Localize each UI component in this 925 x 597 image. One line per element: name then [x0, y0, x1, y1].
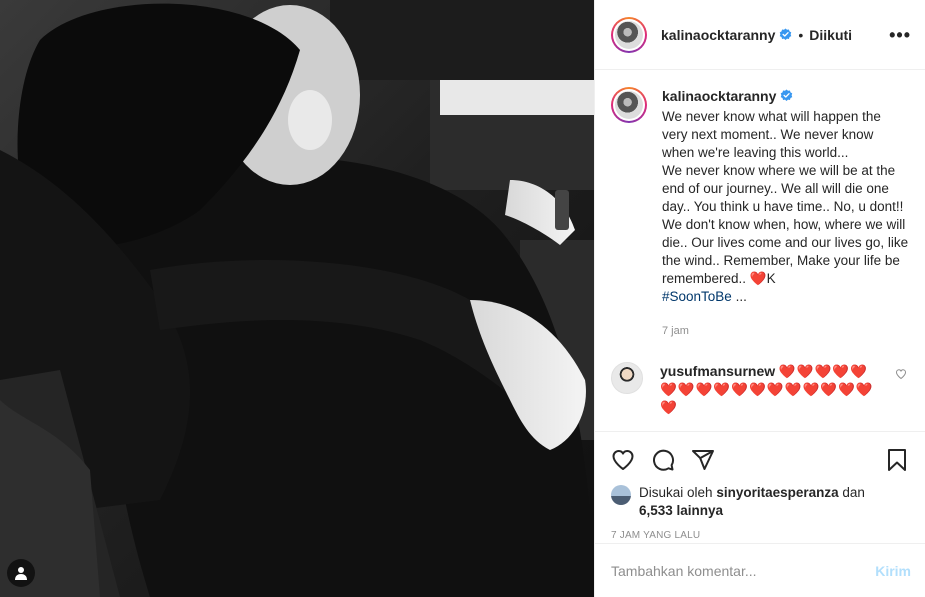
- post-age[interactable]: 7 jam yang lalu: [611, 530, 909, 541]
- post-actions: Disukai oleh sinyoritaesperanza dan 6,53…: [595, 431, 925, 543]
- comments-section[interactable]: kalinaocktaranny We never know what will…: [595, 71, 925, 431]
- add-comment-bar: Kirim: [595, 543, 925, 597]
- header-separator: •: [798, 26, 804, 43]
- caption-username-line: kalinaocktaranny: [662, 88, 793, 104]
- hashtag-link[interactable]: #SoonToBe: [662, 289, 732, 304]
- likes-summary: Disukai oleh sinyoritaesperanza dan 6,53…: [611, 484, 909, 520]
- liker-username[interactable]: sinyoritaesperanza: [716, 485, 838, 500]
- share-send-icon[interactable]: [691, 448, 715, 472]
- likes-count-link[interactable]: 6,533 lainnya: [639, 503, 723, 518]
- caption-avatar[interactable]: [611, 87, 647, 123]
- verified-badge-icon: [780, 28, 792, 40]
- comment-like-heart-icon[interactable]: [895, 368, 907, 380]
- follow-status-button[interactable]: Diikuti: [809, 27, 852, 43]
- red-heart-emoji: ❤️: [749, 271, 767, 286]
- post-header: kalinaocktaranny • Diikuti •••: [595, 0, 925, 70]
- comment-item: yusufmansurnew ❤️❤️❤️❤️❤️❤️❤️❤️❤️❤️❤️❤️❤…: [611, 362, 909, 417]
- user-tag-button[interactable]: [7, 559, 35, 587]
- post-comment-button[interactable]: Kirim: [875, 563, 911, 579]
- post-side-panel: kalinaocktaranny • Diikuti ••• kalinaock…: [594, 0, 925, 597]
- like-heart-icon[interactable]: [611, 448, 635, 472]
- comment-username[interactable]: yusufmansurnew: [660, 363, 775, 379]
- likes-prefix: Disukai oleh: [639, 485, 713, 500]
- bookmark-icon[interactable]: [885, 448, 909, 472]
- verified-badge-icon: [781, 89, 793, 101]
- likes-connector: dan: [842, 485, 865, 500]
- header-username[interactable]: kalinaocktaranny: [661, 27, 775, 43]
- comment-input[interactable]: [611, 562, 876, 579]
- caption-timestamp[interactable]: 7 jam: [662, 322, 909, 340]
- caption: kalinaocktaranny We never know what will…: [611, 87, 909, 340]
- liker-avatar[interactable]: [611, 485, 631, 505]
- caption-text: We never know what will happen the very …: [662, 109, 909, 286]
- caption-username[interactable]: kalinaocktaranny: [662, 88, 776, 104]
- profile-avatar[interactable]: [611, 16, 647, 53]
- more-options-icon[interactable]: •••: [889, 26, 911, 44]
- comment-bubble-icon[interactable]: [651, 448, 675, 472]
- post-image: [0, 0, 594, 597]
- caption-ellipsis: ...: [731, 289, 747, 304]
- user-tag-icon: [15, 567, 27, 580]
- post-photo[interactable]: [0, 0, 594, 597]
- caption-suffix: K: [766, 271, 776, 286]
- commenter-avatar[interactable]: [611, 362, 643, 394]
